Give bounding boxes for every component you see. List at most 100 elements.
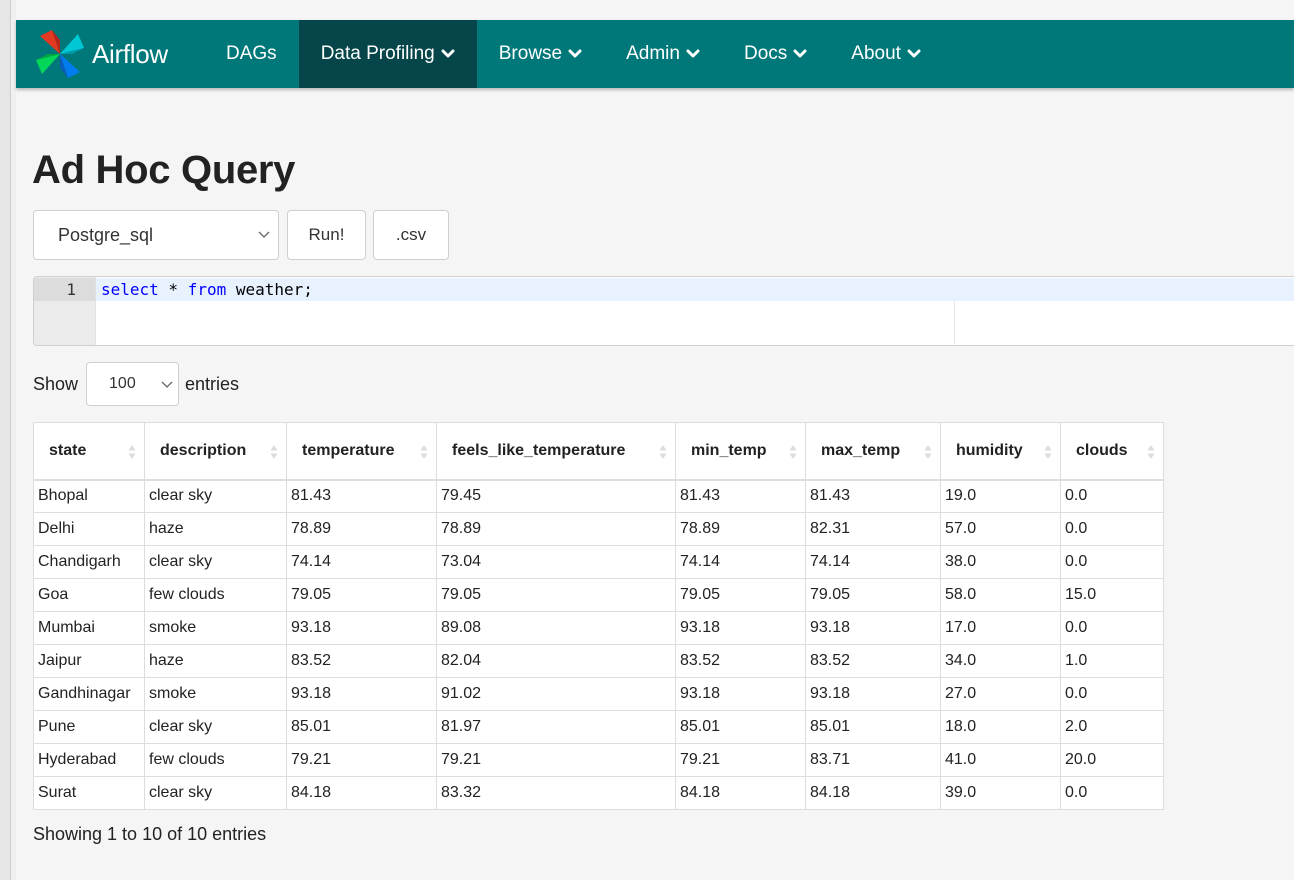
airflow-logo-icon (36, 30, 84, 78)
nav-dags-label: DAGs (226, 43, 277, 64)
table-cell: clear sky (144, 776, 287, 810)
table-cell: 83.71 (805, 743, 941, 777)
nav-browse-label: Browse (498, 43, 563, 64)
table-row: Chandigarh clear sky 74.14 73.04 74.14 74.14 3… (33, 545, 1164, 579)
table-cell: 81.43 (805, 479, 941, 513)
column-header-label: description (160, 441, 247, 459)
table-cell: 83.32 (436, 776, 676, 810)
brand-name: Airflow (92, 38, 168, 69)
line-number: 1 (66, 280, 76, 299)
column-header-label: max_temp (821, 441, 901, 459)
table-cell: smoke (144, 611, 287, 645)
table-cell: haze (144, 644, 287, 678)
csv-export-button[interactable]: .csv (373, 210, 449, 260)
table-cell: 79.21 (286, 743, 437, 777)
table-cell: 27.0 (940, 677, 1061, 711)
table-cell: 74.14 (805, 545, 941, 579)
page-length-select[interactable]: 100 (86, 362, 180, 406)
table-cell: 81.43 (675, 479, 806, 513)
column-header[interactable]: temperature (286, 422, 437, 481)
connection-select-value: Postgre_sql (58, 224, 154, 245)
run-button[interactable]: Run! (287, 210, 366, 260)
entries-label: entries (185, 373, 240, 394)
column-header[interactable]: max_temp (805, 422, 941, 481)
table-cell: 0.0 (1060, 677, 1164, 711)
table-cell: smoke (144, 677, 287, 711)
table-cell: 84.18 (286, 776, 437, 810)
table-cell: 79.45 (436, 479, 676, 513)
table-cell: haze (144, 512, 287, 546)
table-cell: 0.0 (1060, 479, 1164, 513)
table-cell: 2.0 (1060, 710, 1164, 744)
table-cell: 93.18 (286, 677, 437, 711)
header-row: state description temperature feels_like_te… (33, 422, 1164, 481)
table-cell: 84.18 (675, 776, 806, 810)
column-header[interactable]: feels_like_temperature (436, 422, 676, 481)
column-header-label: clouds (1076, 441, 1128, 459)
table-cell: 83.52 (805, 644, 941, 678)
table-body: Bhopal clear sky 81.43 79.45 81.43 81.43 19.0 0… (33, 479, 1164, 810)
table-cell: 85.01 (675, 710, 806, 744)
page-title: Ad Hoc Query (32, 148, 296, 192)
sort-icon (420, 445, 428, 459)
table-cell: few clouds (144, 743, 287, 777)
chevron-down-icon (441, 49, 455, 58)
table-cell: Goa (33, 578, 145, 612)
show-label: Show (33, 373, 79, 394)
chevron-down-icon (907, 49, 921, 58)
table-cell: Mumbai (33, 611, 145, 645)
editor-print-margin (954, 301, 955, 345)
table-cell: 74.14 (675, 545, 806, 579)
sort-icon (270, 445, 278, 459)
table-cell: 91.02 (436, 677, 676, 711)
column-header-label: min_temp (691, 441, 767, 459)
table-cell: Gandhinagar (33, 677, 145, 711)
table-cell: 84.18 (805, 776, 941, 810)
column-header[interactable]: min_temp (675, 422, 806, 481)
table-row: Mumbai smoke 93.18 89.08 93.18 93.18 17.0 0.0 (33, 611, 1164, 645)
table-cell: 79.21 (436, 743, 676, 777)
column-header[interactable]: clouds (1060, 422, 1164, 481)
table-cell: 79.05 (805, 578, 941, 612)
nav-dags[interactable]: DAGs (192, 20, 299, 88)
nav-admin[interactable]: Admin (604, 20, 722, 88)
table-cell: 93.18 (675, 677, 806, 711)
table-cell: 85.01 (805, 710, 941, 744)
table-cell: 93.18 (805, 611, 941, 645)
table-row: Surat clear sky 84.18 83.32 84.18 84.18 39.0 0.… (33, 776, 1164, 810)
nav-about-label: About (851, 43, 901, 64)
table-cell: Delhi (33, 512, 145, 546)
table-cell: 0.0 (1060, 776, 1164, 810)
connection-select[interactable]: Postgre_sql (33, 210, 279, 260)
table-header: state description temperature feels_like_te… (33, 422, 1164, 481)
table-row: Goa few clouds 79.05 79.05 79.05 79.05 58.0 15.… (33, 578, 1164, 612)
chevron-down-icon (686, 49, 700, 58)
column-header[interactable]: state (33, 422, 145, 481)
chevron-down-icon (258, 231, 270, 238)
sql-text: weather; (226, 280, 313, 299)
table-cell: 79.05 (286, 578, 437, 612)
table-cell: 79.05 (436, 578, 676, 612)
table-cell: clear sky (144, 710, 287, 744)
column-header-label: feels_like_temperature (452, 441, 626, 459)
sql-editor[interactable]: 1 select * from weather; (33, 276, 1294, 346)
nav-data-profiling[interactable]: Data Profiling (298, 20, 477, 88)
nav-browse[interactable]: Browse (477, 20, 604, 88)
nav-admin-label: Admin (626, 43, 680, 64)
table-cell: Jaipur (33, 644, 145, 678)
browser-frame: Airflow DAGs Data Profiling Browse Admin… (0, 0, 1294, 880)
table-cell: 39.0 (940, 776, 1061, 810)
table-cell: 89.08 (436, 611, 676, 645)
brand-home-link[interactable]: Airflow (16, 20, 192, 88)
table-cell: Bhopal (33, 479, 145, 513)
code-line[interactable]: select * from weather; (101, 280, 313, 299)
table-cell: Pune (33, 710, 145, 744)
nav-docs[interactable]: Docs (722, 20, 829, 88)
column-header[interactable]: humidity (940, 422, 1061, 481)
page-length-value: 100 (109, 375, 136, 392)
table-row: Pune clear sky 85.01 81.97 85.01 85.01 18.0 2.0 (33, 710, 1164, 744)
chevron-down-icon (793, 49, 807, 58)
table-cell: Chandigarh (33, 545, 145, 579)
nav-about[interactable]: About (829, 20, 943, 88)
column-header[interactable]: description (144, 422, 287, 481)
